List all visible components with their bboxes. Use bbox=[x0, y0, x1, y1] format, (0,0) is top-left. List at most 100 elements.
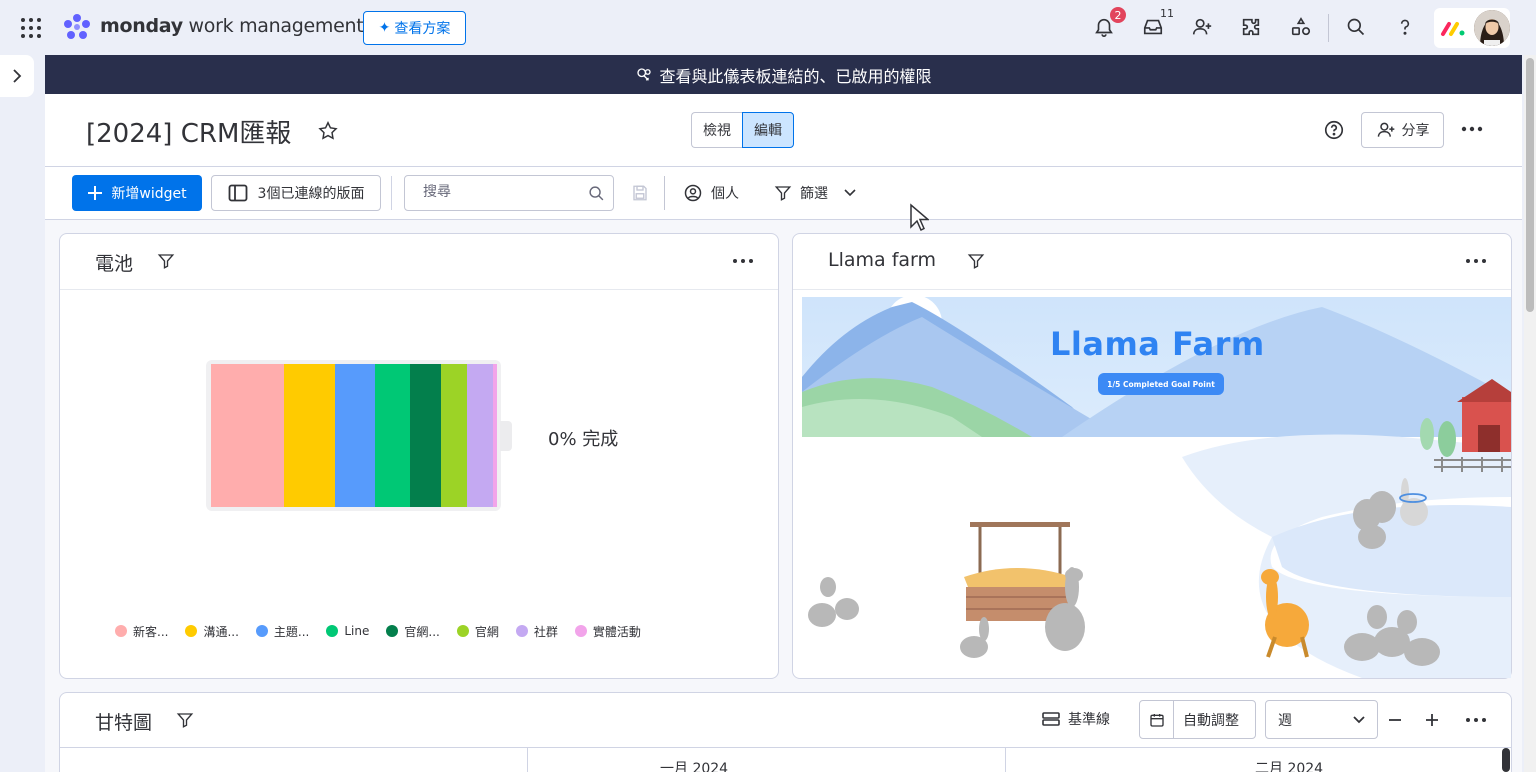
gantt-grid-line bbox=[527, 748, 528, 772]
permissions-banner-text: 查看與此儀表板連結的、已啟用的權限 bbox=[659, 66, 932, 86]
auto-fit-button[interactable]: 自動調整 bbox=[1139, 700, 1256, 739]
calendar-icon bbox=[1140, 701, 1174, 738]
page-scrollbar-thumb[interactable] bbox=[1526, 58, 1534, 312]
gantt-month-label: 一月 2024 bbox=[660, 761, 729, 772]
legend-item[interactable]: 社群 bbox=[515, 622, 558, 640]
more-options-icon[interactable] bbox=[1461, 126, 1483, 132]
legend-color-dot bbox=[515, 625, 528, 637]
battery-segment[interactable] bbox=[211, 364, 284, 507]
legend-label: 官網... bbox=[404, 624, 440, 639]
legend-label: Line bbox=[344, 624, 370, 638]
baseline-icon bbox=[1042, 712, 1060, 726]
gantt-month-label: 二月 2024 bbox=[1255, 761, 1324, 772]
legend-item[interactable]: 新客... bbox=[115, 622, 168, 640]
view-mode-button[interactable]: 檢視 bbox=[691, 112, 742, 148]
share-button[interactable]: 分享 bbox=[1361, 112, 1444, 148]
toolbar-divider bbox=[391, 176, 392, 210]
help-icon[interactable] bbox=[1392, 14, 1418, 40]
person-circle-icon bbox=[683, 183, 703, 203]
baseline-toggle[interactable]: 基準線 bbox=[1042, 701, 1110, 737]
notifications-badge: 2 bbox=[1108, 5, 1128, 25]
battery-fill bbox=[211, 364, 497, 507]
board-panel-icon bbox=[228, 184, 248, 202]
llama-header-divider bbox=[793, 289, 1511, 290]
legend-color-dot bbox=[386, 625, 399, 637]
product-brand: monday work management bbox=[100, 15, 364, 37]
widget-filter-icon[interactable] bbox=[157, 252, 175, 270]
legend-label: 官網 bbox=[474, 624, 499, 639]
monday-logo-icon bbox=[62, 13, 92, 41]
battery-segment[interactable] bbox=[335, 364, 376, 507]
battery-terminal bbox=[500, 421, 512, 451]
toolbar-divider-2 bbox=[664, 176, 665, 210]
topbar-divider bbox=[1328, 14, 1329, 42]
battery-segment[interactable] bbox=[409, 364, 442, 507]
battery-segment[interactable] bbox=[375, 364, 410, 507]
legend-item[interactable]: 溝通... bbox=[185, 622, 239, 640]
apps-marketplace-icon[interactable] bbox=[1288, 14, 1314, 40]
permissions-banner[interactable]: 查看與此儀表板連結的、已啟用的權限 bbox=[45, 55, 1522, 94]
legend-item[interactable]: 官網 bbox=[456, 622, 499, 640]
legend-label: 新客... bbox=[133, 624, 169, 639]
page-title[interactable]: [2024] CRM匯報 bbox=[86, 113, 291, 150]
sparkle-icon: ✦ bbox=[378, 20, 391, 36]
inbox-count: 11 bbox=[1160, 7, 1174, 20]
llama-farm-scene[interactable]: Llama Farm 1/5 Completed Goal Point bbox=[802, 297, 1511, 678]
battery-segment[interactable] bbox=[441, 364, 467, 507]
legend-item[interactable]: 主題... bbox=[255, 622, 310, 640]
connected-boards-button[interactable]: 3個已連線的版面 bbox=[211, 175, 381, 211]
timescale-select[interactable]: 週 bbox=[1265, 700, 1378, 739]
llama-game-title: Llama Farm bbox=[1050, 325, 1265, 363]
favorite-star-icon[interactable] bbox=[317, 120, 339, 142]
widget-header-divider bbox=[60, 289, 778, 290]
legend-color-dot bbox=[574, 625, 587, 637]
widget-menu-icon[interactable] bbox=[732, 258, 754, 264]
permissions-link-icon bbox=[635, 66, 653, 84]
gantt-scrollbar[interactable] bbox=[1502, 748, 1510, 772]
monday-mini-logo-icon bbox=[1440, 18, 1466, 38]
legend-label: 溝通... bbox=[203, 624, 239, 639]
app-switcher-icon[interactable] bbox=[19, 16, 43, 40]
llama-menu-icon[interactable] bbox=[1465, 258, 1487, 264]
legend-item[interactable]: 實體活動 bbox=[574, 622, 641, 640]
legend-color-dot bbox=[456, 625, 469, 637]
chevron-down-icon[interactable] bbox=[844, 189, 856, 197]
integrations-puzzle-icon[interactable] bbox=[1238, 14, 1264, 40]
zoom-in-icon[interactable] bbox=[1424, 712, 1440, 728]
gantt-header-divider bbox=[60, 747, 1511, 748]
zoom-out-icon[interactable] bbox=[1387, 712, 1403, 728]
gantt-widget-title[interactable]: 甘特圖 bbox=[95, 708, 152, 735]
search-icon[interactable] bbox=[1343, 14, 1369, 40]
battery-segment[interactable] bbox=[492, 364, 497, 507]
search-input[interactable] bbox=[423, 184, 583, 200]
battery-progress-text: 0% 完成 bbox=[548, 429, 619, 450]
llama-widget-title[interactable]: Llama farm bbox=[828, 249, 936, 271]
battery-segment[interactable] bbox=[283, 364, 336, 507]
legend-color-dot bbox=[115, 625, 127, 637]
battery-segment[interactable] bbox=[466, 364, 493, 507]
person-filter-button[interactable]: 個人 bbox=[683, 175, 739, 211]
filter-funnel-icon bbox=[774, 184, 792, 202]
search-box[interactable] bbox=[404, 175, 614, 211]
user-avatar[interactable] bbox=[1474, 10, 1510, 46]
legend-color-dot bbox=[326, 625, 339, 637]
see-plans-button[interactable]: ✦ 查看方案 bbox=[363, 11, 466, 45]
filter-button[interactable]: 篩選 bbox=[774, 175, 856, 211]
dashboard-help-icon[interactable] bbox=[1323, 119, 1345, 141]
legend-item[interactable]: Line bbox=[326, 622, 369, 640]
gantt-filter-icon[interactable] bbox=[176, 711, 194, 729]
legend-item[interactable]: 官網... bbox=[386, 622, 440, 640]
legend-color-dot bbox=[255, 625, 268, 637]
gantt-menu-icon[interactable] bbox=[1465, 717, 1487, 723]
add-widget-button[interactable]: 新增widget bbox=[72, 175, 202, 211]
edit-mode-button[interactable]: 編輯 bbox=[742, 112, 794, 148]
legend-label: 主題... bbox=[273, 624, 310, 639]
llama-goal-badge: 1/5 Completed Goal Point bbox=[1098, 373, 1224, 395]
legend-label: 社群 bbox=[533, 624, 558, 639]
mouse-cursor-icon bbox=[909, 203, 929, 233]
invite-members-icon[interactable] bbox=[1189, 14, 1215, 40]
expand-sidebar-button[interactable] bbox=[0, 55, 34, 97]
battery-widget-title[interactable]: 電池 bbox=[95, 249, 133, 276]
save-view-icon[interactable] bbox=[631, 184, 649, 202]
llama-filter-icon[interactable] bbox=[967, 252, 985, 270]
